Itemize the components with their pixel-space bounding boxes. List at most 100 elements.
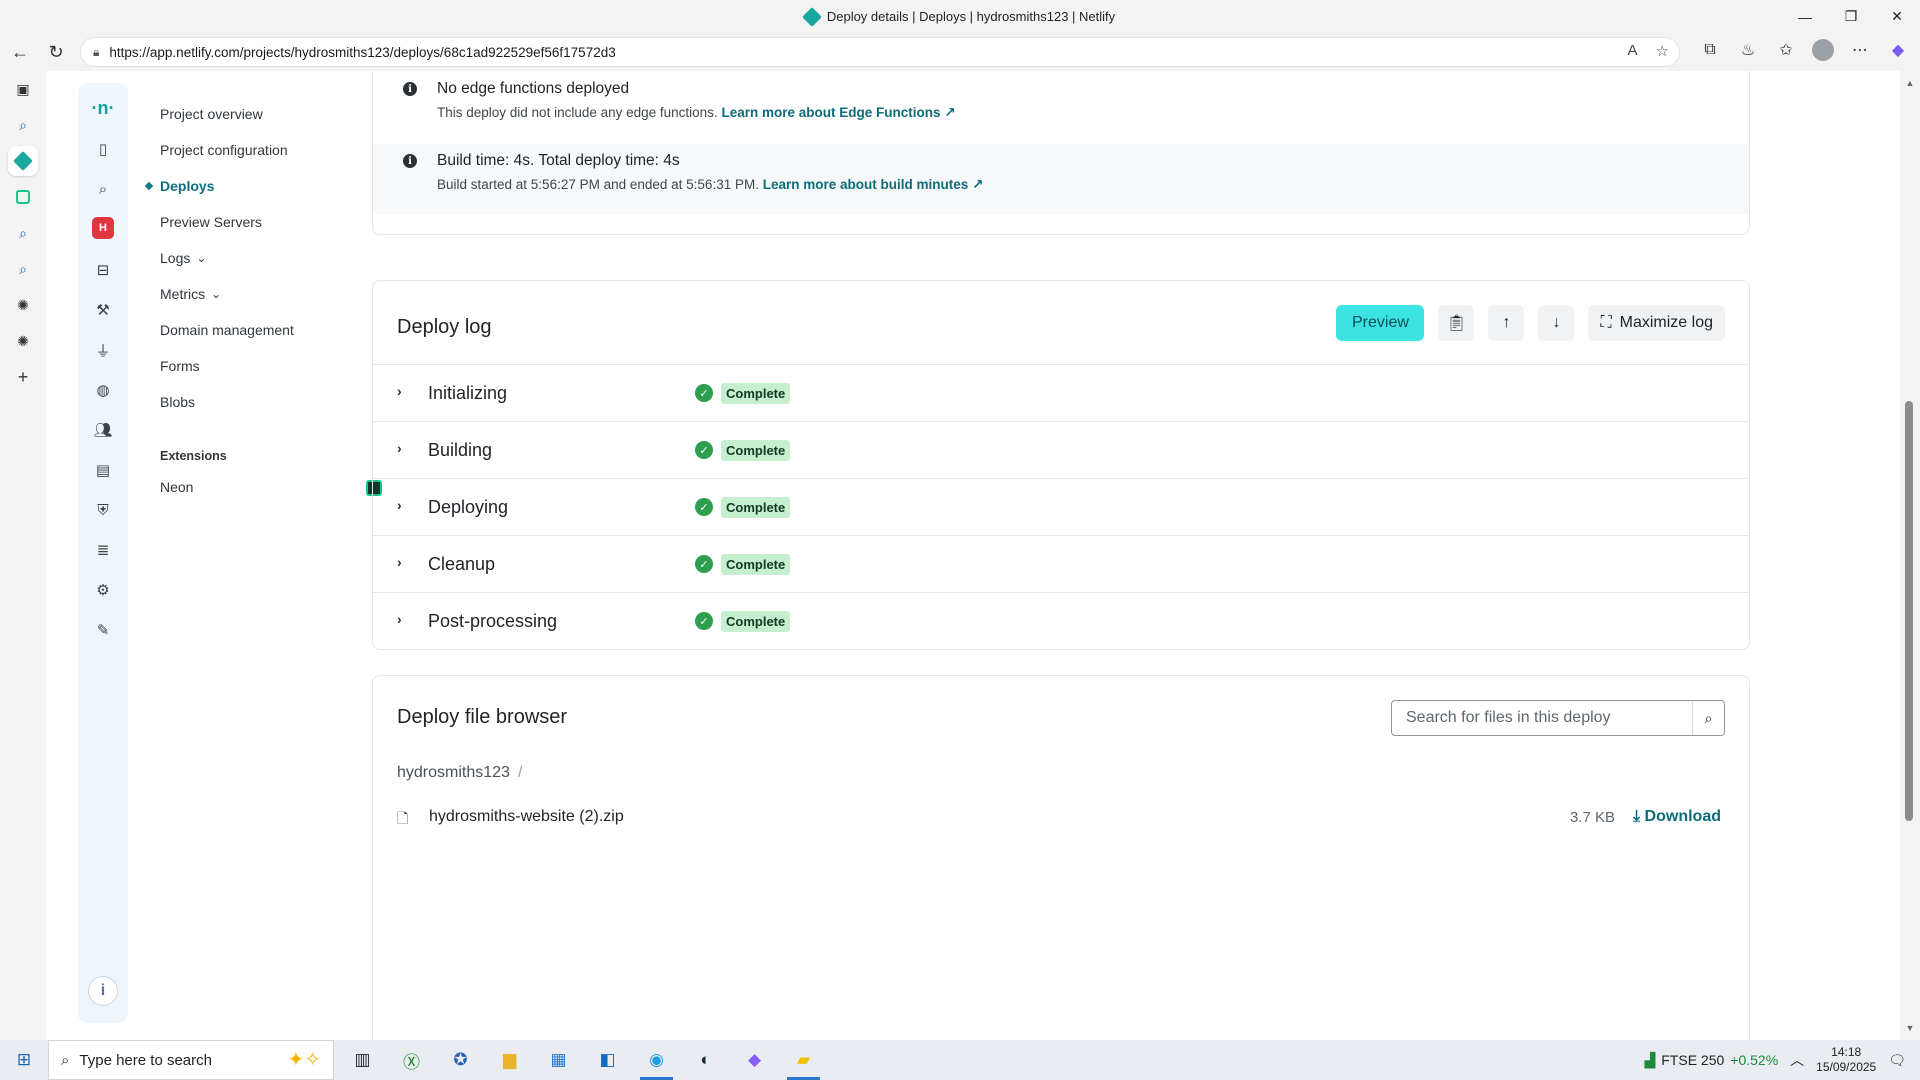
scroll-top-button[interactable]: ↑: [1488, 305, 1525, 341]
integrations-plug-icon[interactable]: ⏚: [78, 335, 128, 365]
back-button[interactable]: ←: [2, 36, 38, 68]
nav-item-label: Metrics: [160, 286, 206, 302]
outlook-icon[interactable]: ◧: [583, 1040, 632, 1080]
edit-pencil-icon[interactable]: ✎: [78, 615, 128, 645]
nav-item-forms[interactable]: Forms: [160, 358, 200, 374]
netlify-logo-icon[interactable]: ·n·: [78, 93, 128, 123]
file-search-button[interactable]: ⌕: [1692, 701, 1724, 735]
audit-log-icon[interactable]: ≣: [78, 535, 128, 565]
status-badge: Complete: [721, 440, 791, 461]
pinned-app-icon[interactable]: ✪: [436, 1040, 485, 1080]
download-button[interactable]: ⤓ Download: [1633, 808, 1721, 826]
restore-button[interactable]: ❐: [1828, 0, 1874, 33]
learn-build-minutes-link[interactable]: Learn more about build minutes ↗: [763, 177, 984, 192]
performance-icon[interactable]: ♨: [1736, 36, 1760, 64]
nav-item-project-overview[interactable]: Project overview: [160, 106, 263, 122]
search-icon[interactable]: ⌕: [0, 215, 46, 251]
search-icon: ⌕: [61, 1051, 70, 1069]
scrollbar-thumb[interactable]: [1905, 401, 1913, 821]
task-view-icon[interactable]: ▥: [338, 1040, 387, 1080]
deploy-step-deploying[interactable]: › Deploying ✓ Complete: [373, 478, 1749, 535]
nav-item-preview-servers[interactable]: Preview Servers: [160, 214, 262, 230]
close-button[interactable]: ✕: [1874, 0, 1920, 33]
copy-log-button[interactable]: 📋︎: [1438, 305, 1475, 341]
nav-item-label: Project overview: [160, 106, 263, 122]
step-name: Deploying: [428, 497, 509, 517]
stock-widget[interactable]: ▟ FTSE 250 +0.52%: [1644, 1052, 1778, 1069]
billing-icon[interactable]: ▤: [78, 455, 128, 485]
edge-browser-icon[interactable]: ◉: [632, 1040, 681, 1080]
chatgpt-icon[interactable]: ✺: [0, 287, 46, 323]
projects-icon[interactable]: ⊟: [78, 255, 128, 285]
microsoft-store-icon[interactable]: ▦: [534, 1040, 583, 1080]
favorite-star-icon[interactable]: ☆: [1656, 42, 1669, 60]
extensions-icon[interactable]: ⧉: [1698, 36, 1722, 64]
nav-item-deploys[interactable]: Deploys: [160, 178, 214, 194]
search-icon[interactable]: ⌕: [0, 251, 46, 287]
deploy-step-building[interactable]: › Building ✓ Complete: [373, 421, 1749, 478]
neon-tab-icon[interactable]: [0, 179, 46, 215]
browser-toolbar: ← ↻ 🔒︎ https://app.netlify.com/projects/…: [0, 33, 1920, 71]
netlify-favicon-icon: [801, 6, 822, 27]
profile-avatar[interactable]: [1812, 39, 1834, 61]
maximize-log-button[interactable]: ⛶ Maximize log: [1588, 305, 1725, 341]
minimize-button[interactable]: —: [1782, 0, 1828, 33]
scroll-up-arrow-icon[interactable]: ▲: [1900, 75, 1920, 91]
tab-actions-icon[interactable]: ▣: [0, 71, 46, 107]
nav-item-label: Preview Servers: [160, 214, 262, 230]
copy-to-clipboard-icon: 📋︎: [1446, 315, 1467, 332]
sidebar-toggle-icon[interactable]: ▯: [78, 134, 128, 164]
clock[interactable]: 14:18 15/09/2025: [1816, 1045, 1876, 1075]
copilot-app-icon[interactable]: ◆: [730, 1040, 779, 1080]
deploy-log-card: Deploy log Preview 📋︎ ↑ ↓ ⛶ Maximize log …: [372, 280, 1750, 650]
nav-item-domain-management[interactable]: Domain management: [160, 322, 294, 338]
netlify-tab-icon[interactable]: [0, 143, 46, 179]
deploy-step-initializing[interactable]: › Initializing ✓ Complete: [373, 364, 1749, 421]
favorites-icon[interactable]: ✩: [1774, 36, 1798, 64]
learn-edge-functions-link[interactable]: Learn more about Edge Functions ↗: [721, 105, 955, 120]
more-menu-icon[interactable]: ⋯: [1848, 36, 1872, 64]
nav-item-logs[interactable]: Logs ⌄: [160, 250, 206, 266]
read-aloud-icon[interactable]: A: [1628, 42, 1638, 60]
settings-gear-icon[interactable]: ⚙: [78, 575, 128, 605]
xbox-icon[interactable]: Ⓧ: [387, 1040, 436, 1080]
nav-item-metrics[interactable]: Metrics ⌄: [160, 286, 221, 302]
scroll-down-arrow-icon[interactable]: ▼: [1900, 1020, 1920, 1036]
breadcrumb-separator: /: [517, 764, 523, 781]
domains-globe-icon[interactable]: ◍: [78, 375, 128, 405]
copilot-icon[interactable]: ◆: [1886, 36, 1910, 64]
chatgpt-icon[interactable]: ✺: [0, 323, 46, 359]
help-button[interactable]: i: [78, 976, 128, 1006]
page-viewport: ·n· ▯ ⌕ H ⊟ ⚒ ⏚ ◍ 👥︎ ▤ ⛨ ≣ ⚙ ✎ i Project…: [50, 71, 1900, 1040]
search-icon[interactable]: ⌕: [78, 174, 128, 204]
nav-item-project-configuration[interactable]: Project configuration: [160, 142, 288, 158]
scroll-bottom-button[interactable]: ↓: [1538, 305, 1575, 341]
steam-icon[interactable]: ◐: [681, 1040, 730, 1080]
taskbar-search[interactable]: ⌕ Type here to search ✦✧: [48, 1040, 334, 1080]
deploy-step-cleanup[interactable]: › Cleanup ✓ Complete: [373, 535, 1749, 592]
browser-actions: ⧉ ♨ ✩ ⋯ ◆: [1698, 36, 1910, 64]
team-avatar[interactable]: H: [78, 213, 128, 243]
nav-item-blobs[interactable]: Blobs: [160, 394, 195, 410]
builds-icon[interactable]: ⚒: [78, 295, 128, 325]
search-icon[interactable]: ⌕: [0, 107, 46, 143]
breadcrumb-root[interactable]: hydrosmiths123: [397, 764, 510, 781]
file-search-input[interactable]: [1392, 702, 1684, 734]
notifications-icon[interactable]: 🗨︎: [1888, 1052, 1906, 1069]
address-bar[interactable]: 🔒︎ https://app.netlify.com/projects/hydr…: [80, 37, 1680, 67]
preview-button[interactable]: Preview: [1336, 305, 1425, 341]
page-scrollbar[interactable]: ▲ ▼: [1900, 71, 1920, 1040]
start-button[interactable]: ⊞: [0, 1040, 48, 1080]
status-badge: Complete: [721, 497, 791, 518]
deploy-step-post-processing[interactable]: › Post-processing ✓ Complete: [373, 592, 1749, 649]
file-name: hydrosmiths-website (2).zip: [429, 808, 624, 825]
site-info-icon[interactable]: 🔒︎: [93, 45, 99, 60]
security-shield-icon[interactable]: ⛨: [78, 495, 128, 525]
chevron-up-icon[interactable]: ︿: [1790, 1050, 1804, 1070]
add-icon[interactable]: +: [0, 359, 46, 395]
file-explorer-icon[interactable]: ▆: [485, 1040, 534, 1080]
members-icon[interactable]: 👥︎: [78, 415, 128, 445]
notes-app-icon[interactable]: ▰: [779, 1040, 828, 1080]
nav-item-neon[interactable]: Neon: [160, 479, 193, 495]
reload-button[interactable]: ↻: [38, 36, 74, 68]
